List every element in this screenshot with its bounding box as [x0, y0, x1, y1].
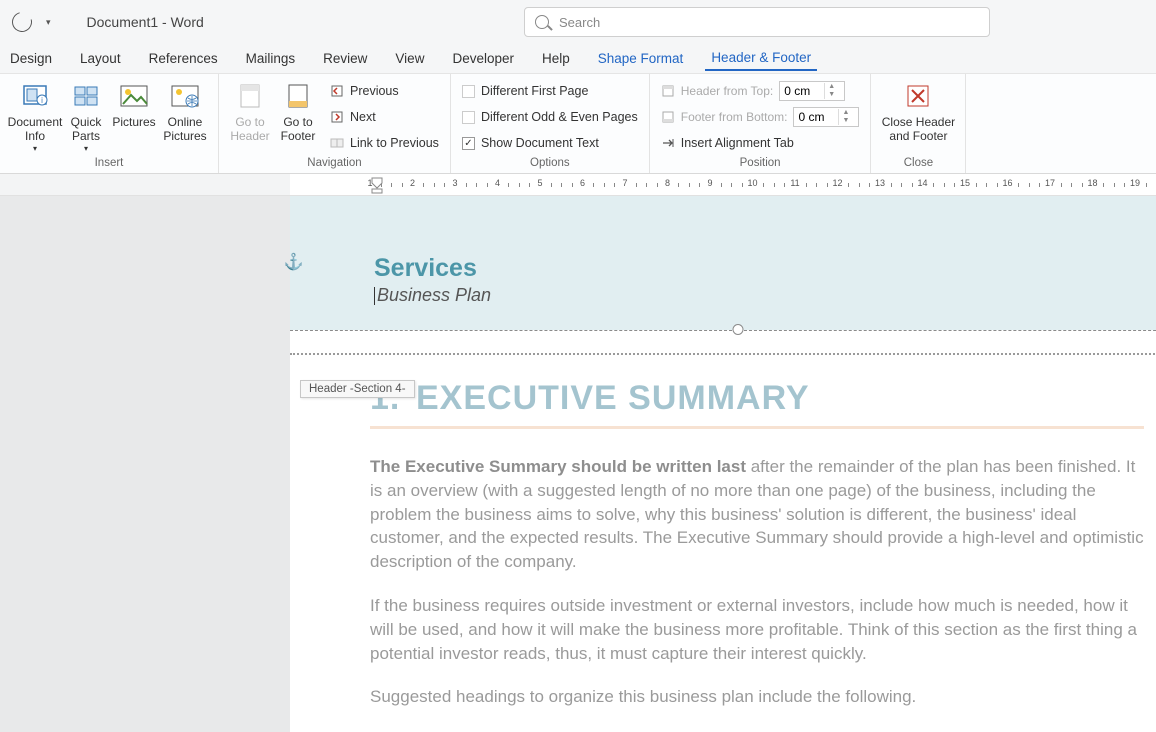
drag-handle-icon[interactable] [733, 324, 744, 335]
tab-references[interactable]: References [143, 47, 224, 70]
group-label: Navigation [227, 157, 442, 171]
show-document-text-checkbox[interactable]: ✓ Show Document Text [459, 130, 641, 156]
tab-layout[interactable]: Layout [74, 47, 127, 70]
horizontal-ruler[interactable]: 12345678910111213141516171819 [0, 174, 1156, 196]
group-label: Options [459, 157, 641, 171]
document-info-button[interactable]: i Document Info ▾ [8, 78, 62, 153]
online-pictures-icon [169, 80, 201, 112]
checkbox-icon [462, 85, 475, 98]
goto-footer-button[interactable]: Go to Footer [275, 78, 321, 144]
tab-help[interactable]: Help [536, 47, 576, 70]
goto-footer-icon [282, 80, 314, 112]
tab-review[interactable]: Review [317, 47, 373, 70]
header-title: Services [374, 254, 1156, 283]
header-from-top-input[interactable]: ▲▼ [779, 81, 845, 101]
header-subtitle: Business Plan [374, 285, 1156, 306]
paragraph: The Executive Summary should be written … [370, 455, 1144, 574]
next-icon [330, 110, 344, 124]
qat-chevron-icon[interactable]: ▾ [46, 17, 51, 28]
quick-parts-button[interactable]: Quick Parts ▾ [64, 78, 108, 153]
pictures-icon [118, 80, 150, 112]
close-header-footer-button[interactable]: Close Header and Footer [879, 78, 957, 144]
search-input[interactable]: Search [524, 7, 990, 37]
goto-header-icon [234, 80, 266, 112]
tab-design[interactable]: Design [4, 47, 58, 70]
search-placeholder: Search [559, 15, 600, 30]
group-navigation: Go to Header Go to Footer Previous Next [219, 74, 451, 173]
paragraph: If the business requires outside investm… [370, 594, 1144, 665]
group-close: Close Header and Footer Close [871, 74, 966, 173]
header-top-icon [661, 84, 675, 98]
ribbon: i Document Info ▾ Quick Parts ▾ Pictures [0, 74, 1156, 174]
different-odd-even-checkbox[interactable]: Different Odd & Even Pages [459, 104, 641, 130]
search-icon [535, 15, 549, 29]
title-bar: ▾ Document1 - Word Search [0, 0, 1156, 44]
pictures-button[interactable]: Pictures [110, 78, 158, 130]
refresh-icon[interactable] [8, 8, 35, 35]
checkbox-icon [462, 111, 475, 124]
tab-shape-format[interactable]: Shape Format [592, 47, 690, 70]
document-info-icon: i [19, 80, 51, 112]
tab-view[interactable]: View [389, 47, 430, 70]
goto-header-button: Go to Header [227, 78, 273, 144]
footer-from-bottom-row: Footer from Bottom: ▲▼ [658, 104, 863, 130]
footer-from-bottom-input[interactable]: ▲▼ [793, 107, 859, 127]
heading-underline [370, 426, 1144, 429]
group-label: Insert [8, 157, 210, 171]
group-insert: i Document Info ▾ Quick Parts ▾ Pictures [0, 74, 219, 173]
header-from-top-row: Header from Top: ▲▼ [658, 78, 863, 104]
online-pictures-button[interactable]: Online Pictures [160, 78, 210, 144]
group-options: Different First Page Different Odd & Eve… [451, 74, 650, 173]
paragraph: Suggested headings to organize this busi… [370, 685, 1144, 709]
link-icon [330, 136, 344, 150]
previous-button[interactable]: Previous [327, 78, 442, 104]
group-label: Close [879, 157, 957, 171]
heading-1: 1.EXECUTIVE SUMMARY [370, 379, 1144, 418]
ribbon-tabs: Design Layout References Mailings Review… [0, 44, 1156, 74]
header-boundary [290, 353, 1156, 355]
previous-icon [330, 84, 344, 98]
footer-bottom-icon [661, 110, 675, 124]
tab-icon [661, 136, 675, 150]
document-area: ⚓ Services Business Plan 1.EXECUTIVE SUM… [0, 196, 1156, 732]
tab-developer[interactable]: Developer [446, 47, 520, 70]
header-separator [290, 330, 1156, 331]
next-button[interactable]: Next [327, 104, 442, 130]
group-label: Position [658, 157, 863, 171]
page[interactable]: ⚓ Services Business Plan 1.EXECUTIVE SUM… [290, 196, 1156, 732]
group-position: Header from Top: ▲▼ Footer from Bottom: … [650, 74, 872, 173]
header-section-tag: Header -Section 4- [300, 380, 415, 398]
svg-text:i: i [41, 96, 43, 105]
anchor-icon: ⚓ [284, 252, 304, 272]
indent-marker-icon[interactable] [370, 176, 384, 194]
different-first-page-checkbox[interactable]: Different First Page [459, 78, 641, 104]
checkbox-checked-icon: ✓ [462, 137, 475, 150]
insert-alignment-tab-button[interactable]: Insert Alignment Tab [658, 130, 863, 156]
link-to-previous-button: Link to Previous [327, 130, 442, 156]
page-body: 1.EXECUTIVE SUMMARY The Executive Summar… [290, 355, 1156, 732]
tab-mailings[interactable]: Mailings [240, 47, 302, 70]
close-icon [902, 80, 934, 112]
app-title: Document1 - Word [87, 14, 204, 30]
quick-parts-icon [70, 80, 102, 112]
tab-header-footer[interactable]: Header & Footer [705, 46, 817, 71]
page-header[interactable]: ⚓ Services Business Plan [290, 196, 1156, 330]
